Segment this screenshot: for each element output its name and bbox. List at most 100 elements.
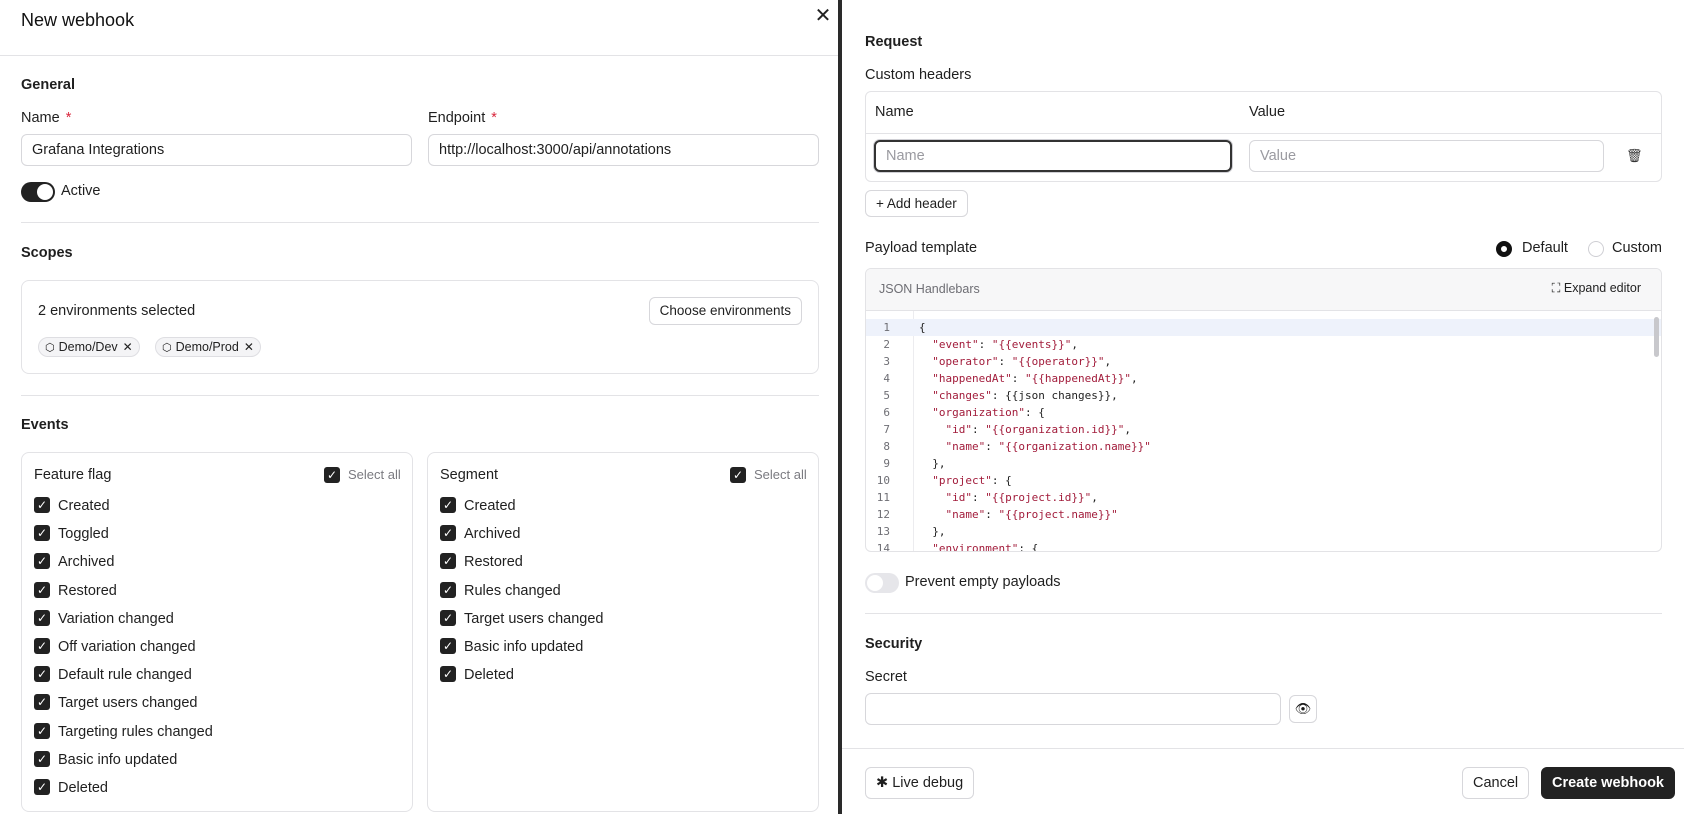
- event-checkbox[interactable]: ✓: [440, 609, 456, 626]
- event-checkbox[interactable]: ✓: [440, 525, 456, 542]
- column-header-name: Name: [875, 104, 914, 120]
- environment-chip[interactable]: ⬡ Demo/Dev ✕: [38, 337, 140, 357]
- event-label: Created: [464, 498, 516, 514]
- secret-input[interactable]: [865, 693, 1281, 725]
- header-divider: [0, 55, 838, 56]
- event-checkbox[interactable]: ✓: [440, 497, 456, 513]
- radio-custom-label: Custom: [1612, 240, 1662, 256]
- event-label: Archived: [464, 526, 521, 543]
- security-heading: Security: [865, 636, 923, 652]
- cancel-button[interactable]: Cancel: [1462, 767, 1530, 799]
- code-area[interactable]: 1{ 2 "event": "{{events}}", 3 "operator"…: [866, 319, 1661, 552]
- request-heading: Request: [865, 34, 923, 50]
- editor-toolbar: JSON Handlebars ⛶ Expand editor: [866, 269, 1661, 311]
- table-divider: [866, 133, 1661, 134]
- general-heading: General: [21, 77, 75, 93]
- select-all-label: Select all: [348, 467, 401, 482]
- event-label: Default rule changed: [58, 667, 192, 684]
- footer-divider: [842, 748, 1684, 749]
- event-checkbox[interactable]: ✓: [34, 525, 50, 542]
- scopes-heading: Scopes: [21, 245, 73, 261]
- editor-scrollbar[interactable]: [1654, 317, 1659, 357]
- environment-chip[interactable]: ⬡ Demo/Prod ✕: [155, 337, 261, 357]
- event-label: Toggled: [58, 526, 109, 543]
- event-label: Basic info updated: [464, 639, 584, 655]
- radio-default-label: Default: [1522, 240, 1568, 256]
- editor-language: JSON Handlebars: [879, 282, 980, 296]
- code-line: 6 "organization": {: [883, 406, 1045, 419]
- event-label: Variation changed: [58, 610, 174, 627]
- event-checkbox[interactable]: ✓: [440, 581, 456, 598]
- event-checkbox[interactable]: ✓: [34, 497, 50, 513]
- radio-default[interactable]: [1496, 241, 1512, 257]
- active-label: Active: [61, 183, 101, 199]
- name-input[interactable]: Grafana Integrations: [21, 134, 412, 166]
- remove-chip-icon[interactable]: ✕: [123, 340, 133, 354]
- event-checkbox[interactable]: ✓: [34, 609, 50, 626]
- code-line: 9 },: [883, 457, 946, 470]
- event-label: Restored: [58, 582, 117, 599]
- header-name-input[interactable]: Name: [874, 140, 1232, 172]
- select-all-checkbox[interactable]: ✓: [730, 467, 746, 483]
- code-line: 8 "name": "{{organization.name}}": [883, 440, 1151, 453]
- segment-title: Segment: [440, 467, 499, 483]
- close-icon[interactable]: ✕: [813, 6, 833, 26]
- add-header-button[interactable]: + Add header: [865, 190, 968, 217]
- code-line: 3 "operator": "{{operator}}",: [883, 355, 1112, 368]
- live-debug-button[interactable]: ✱ Live debug: [865, 767, 975, 799]
- segment-events-box: Segment ✓ Select all ✓ Created ✓ Archived ✓ R…: [427, 452, 819, 812]
- code-line: 14 "environment": {: [876, 542, 1039, 552]
- webhook-form-panel: New webhook ✕ General Name * Grafana Inte…: [0, 0, 838, 814]
- event-label: Off variation changed: [58, 639, 196, 655]
- trash-icon[interactable]: 🗑: [1626, 148, 1643, 164]
- event-label: Target users changed: [464, 610, 604, 627]
- create-webhook-button[interactable]: Create webhook: [1541, 767, 1675, 799]
- event-checkbox[interactable]: ✓: [34, 581, 50, 598]
- event-label: Rules changed: [464, 582, 561, 599]
- expand-icon: ⛶: [1551, 281, 1564, 295]
- prevent-empty-toggle[interactable]: [865, 573, 899, 593]
- remove-chip-icon[interactable]: ✕: [244, 340, 254, 354]
- event-label: Target users changed: [58, 695, 198, 712]
- event-checkbox[interactable]: ✓: [34, 722, 50, 739]
- choose-environments-button[interactable]: Choose environments: [648, 297, 802, 325]
- bug-icon: ✱: [876, 775, 893, 791]
- select-all-checkbox[interactable]: ✓: [324, 467, 340, 483]
- event-checkbox[interactable]: ✓: [440, 666, 456, 683]
- active-toggle[interactable]: [21, 182, 55, 202]
- event-label: Restored: [464, 554, 523, 571]
- cube-icon: ⬡: [45, 342, 55, 354]
- event-checkbox[interactable]: ✓: [440, 553, 456, 570]
- custom-headers-label: Custom headers: [865, 67, 972, 83]
- secret-label: Secret: [865, 669, 907, 685]
- show-secret-button[interactable]: 👁: [1289, 695, 1317, 723]
- payload-template-label: Payload template: [865, 240, 978, 256]
- event-checkbox[interactable]: ✓: [34, 779, 50, 795]
- radio-custom[interactable]: [1588, 241, 1604, 257]
- event-checkbox[interactable]: ✓: [34, 638, 50, 654]
- expand-editor-button[interactable]: ⛶ Expand editor: [1552, 281, 1641, 296]
- payload-editor[interactable]: JSON Handlebars ⛶ Expand editor 1{ 2 "ev…: [865, 268, 1662, 552]
- feature-flag-title: Feature flag: [34, 467, 112, 483]
- plus-icon: +: [876, 196, 887, 211]
- select-all-label: Select all: [754, 467, 807, 482]
- event-checkbox[interactable]: ✓: [440, 638, 456, 654]
- event-checkbox[interactable]: ✓: [34, 750, 50, 767]
- eye-icon: 👁: [1294, 701, 1312, 716]
- event-label: Created: [58, 498, 110, 514]
- event-checkbox[interactable]: ✓: [34, 553, 50, 570]
- event-checkbox[interactable]: ✓: [34, 666, 50, 683]
- divider: [865, 613, 1662, 614]
- header-value-input[interactable]: Value: [1249, 140, 1604, 172]
- scopes-box: 2 environments selected Choose environme…: [21, 280, 819, 374]
- code-line: 1{: [866, 319, 1661, 336]
- endpoint-label: Endpoint *: [428, 110, 497, 126]
- endpoint-input[interactable]: http://localhost:3000/api/annotations: [428, 134, 819, 166]
- code-line: 10 "project": {: [876, 474, 1012, 487]
- code-line: 11 "id": "{{project.id}}",: [876, 491, 1098, 504]
- code-line: 2 "event": "{{events}}",: [883, 338, 1078, 351]
- event-checkbox[interactable]: ✓: [34, 694, 50, 711]
- name-label: Name *: [21, 110, 72, 126]
- event-label: Archived: [58, 554, 115, 571]
- prevent-empty-label: Prevent empty payloads: [905, 574, 1061, 590]
